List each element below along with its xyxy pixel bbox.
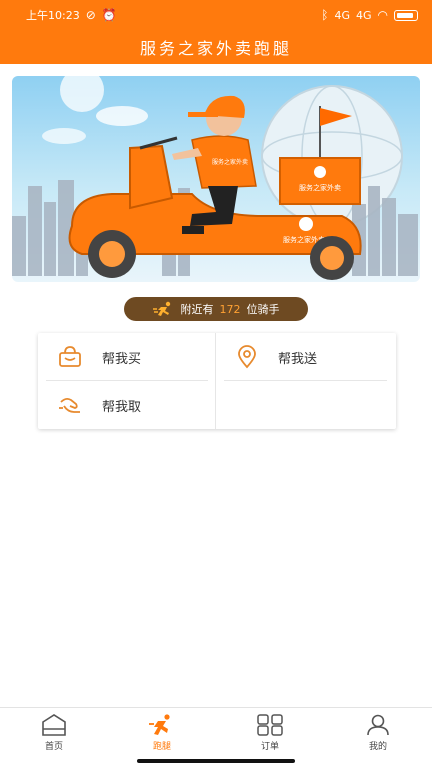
signal-2: 4G bbox=[355, 8, 372, 22]
status-time: 上午10:23 bbox=[26, 9, 80, 22]
battery-icon bbox=[394, 9, 418, 21]
fetch-for-me-button[interactable]: 帮我取 bbox=[38, 381, 215, 429]
shopping-bag-icon bbox=[58, 346, 82, 368]
alarm-icon: ⏰ bbox=[101, 8, 117, 22]
nav-home[interactable]: 首页 bbox=[0, 708, 108, 768]
pickup-hand-icon bbox=[58, 394, 82, 416]
running-icon bbox=[149, 714, 175, 736]
page-title: 服务之家外卖跑腿 bbox=[139, 39, 292, 58]
send-for-me-label: 帮我送 bbox=[278, 351, 318, 367]
nearby-riders-badge: 附近有 172 位骑手 bbox=[124, 297, 308, 321]
nav-home-label: 首页 bbox=[44, 742, 63, 752]
send-for-me-button[interactable]: 帮我送 bbox=[216, 333, 396, 381]
home-indicator[interactable] bbox=[137, 759, 295, 763]
buy-for-me-button[interactable]: 帮我买 bbox=[38, 333, 215, 381]
empty-grid-cell bbox=[216, 381, 396, 429]
user-icon bbox=[365, 714, 391, 736]
riders-count: 172 bbox=[219, 302, 241, 316]
box-text: 服务之家外卖 bbox=[299, 183, 341, 192]
signal-1: 4G bbox=[334, 8, 350, 22]
fetch-for-me-label: 帮我取 bbox=[102, 399, 142, 415]
bluetooth-icon: ᛒ bbox=[321, 8, 329, 22]
nav-orders-label: 订单 bbox=[260, 742, 279, 752]
shirt-text: 服务之家外卖 bbox=[212, 158, 248, 166]
nav-errand-label: 跑腿 bbox=[152, 742, 171, 752]
nav-profile[interactable]: 我的 bbox=[324, 708, 432, 768]
location-pin-icon bbox=[236, 345, 258, 369]
riders-prefix: 附近有 bbox=[180, 303, 214, 316]
home-icon bbox=[41, 714, 67, 736]
delivery-illustration: 服务之家外卖 服务之家外卖 服务之家外卖 bbox=[12, 76, 418, 280]
banner-image[interactable]: 服务之家外卖 服务之家外卖 服务之家外卖 bbox=[12, 76, 420, 282]
notification-off-icon: ⊘ bbox=[85, 8, 96, 22]
running-icon bbox=[152, 301, 175, 317]
buy-for-me-label: 帮我买 bbox=[102, 351, 142, 367]
grid-icon bbox=[257, 714, 283, 736]
riders-suffix: 位骑手 bbox=[246, 303, 280, 316]
status-bar: 上午10:23 ⊘ ⏰ ᛒ 4G 4G ◠ bbox=[0, 0, 432, 30]
service-grid: 帮我买 帮我送 帮我取 bbox=[38, 333, 396, 429]
nav-profile-label: 我的 bbox=[368, 742, 387, 752]
wifi-icon: ◠ bbox=[377, 8, 388, 22]
